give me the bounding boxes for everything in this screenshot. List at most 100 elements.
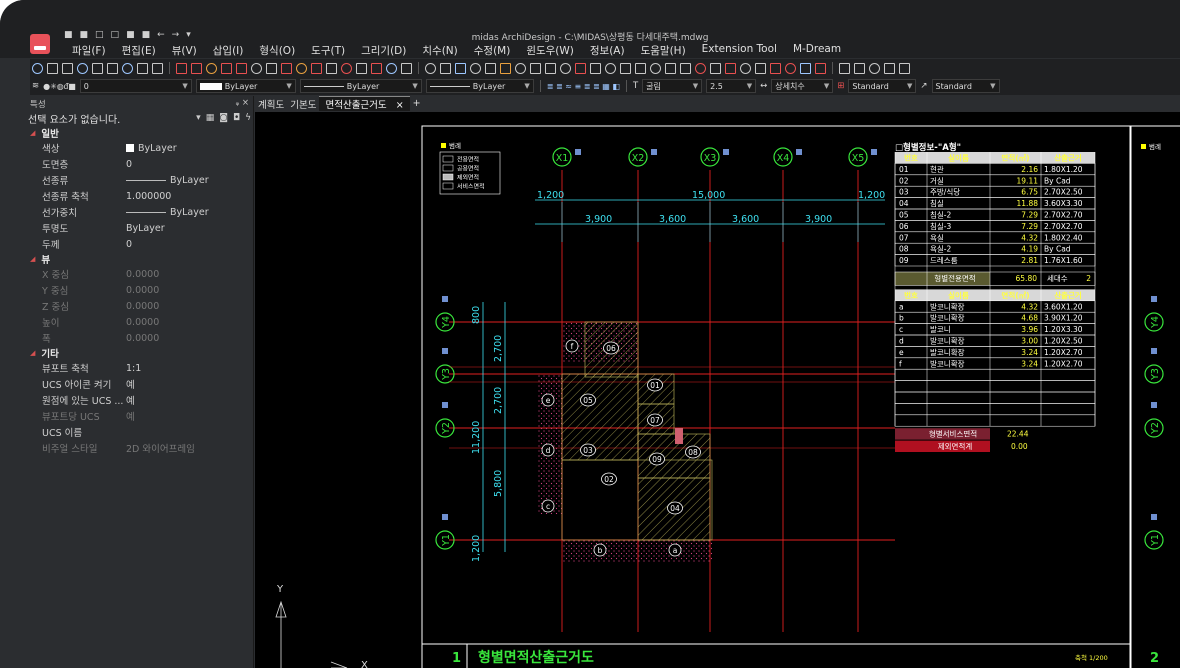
property-row[interactable]: UCS 아이콘 켜기 예 xyxy=(26,376,253,392)
tool-icon[interactable] xyxy=(884,62,895,74)
lineweight-dropdown[interactable]: ByLayer ▼ xyxy=(425,79,534,93)
menu-item-11[interactable]: 도움말(H) xyxy=(633,43,694,58)
tool-icon[interactable] xyxy=(251,62,262,74)
menu-item-2[interactable]: 뷰(V) xyxy=(164,43,205,58)
tool-icon[interactable] xyxy=(635,62,646,74)
new-tab-button[interactable]: + xyxy=(410,98,424,109)
tool-icon[interactable] xyxy=(107,62,118,74)
property-row[interactable]: 폭 0.0000 xyxy=(26,330,253,346)
tool-icon[interactable] xyxy=(695,62,706,74)
tool-icon[interactable] xyxy=(485,62,496,74)
property-row[interactable]: 선종류 ByLayer xyxy=(26,172,253,188)
cad-drawing[interactable]: 범례 전용면적공용면적제외면적서비스면적 X1 X2 X3 X4 X5 Y1Y2Y3Y4… xyxy=(255,112,1180,668)
tool-icon[interactable] xyxy=(425,62,436,74)
tool-icon[interactable] xyxy=(455,62,466,74)
tool-icon[interactable] xyxy=(152,62,163,74)
tool-icon[interactable] xyxy=(815,62,826,74)
menu-item-9[interactable]: 윈도우(W) xyxy=(518,43,582,58)
tool-icon[interactable] xyxy=(47,62,58,74)
menu-item-4[interactable]: 형식(O) xyxy=(251,43,303,58)
tool-icon[interactable] xyxy=(401,62,412,74)
tool-icon[interactable] xyxy=(650,62,661,74)
property-row[interactable]: 비주얼 스타일 2D 와이어프레임 xyxy=(26,440,253,456)
tool-icon[interactable] xyxy=(620,62,631,74)
multileader-style-icon[interactable]: ↗ xyxy=(920,81,927,91)
tab-base[interactable]: 기본도 xyxy=(287,97,319,111)
tool-icon[interactable] xyxy=(191,62,202,74)
tool-icon[interactable] xyxy=(236,62,247,74)
tool-icon[interactable] xyxy=(341,62,352,74)
tool-icon[interactable] xyxy=(770,62,781,74)
menu-item-5[interactable]: 도구(T) xyxy=(303,43,353,58)
tool-icon[interactable] xyxy=(665,62,676,74)
property-row[interactable]: X 중심 0.0000 xyxy=(26,266,253,282)
tool-icon[interactable] xyxy=(869,62,880,74)
tool-icon[interactable] xyxy=(137,62,148,74)
tool-icon[interactable] xyxy=(575,62,586,74)
tool-icon[interactable] xyxy=(92,62,103,74)
text-style-icon[interactable]: T xyxy=(633,81,638,91)
tool-icon[interactable] xyxy=(800,62,811,74)
tool-icon[interactable] xyxy=(785,62,796,74)
tool-icon[interactable] xyxy=(221,62,232,74)
dim-style-dropdown[interactable]: 상세치수 ▼ xyxy=(771,79,834,93)
tool-icon[interactable] xyxy=(515,62,526,74)
layer-dropdown[interactable]: 0 ▼ xyxy=(79,79,192,93)
multileader-style-dropdown[interactable]: Standard ▼ xyxy=(931,79,1000,93)
tool-icon[interactable] xyxy=(32,62,43,74)
menu-item-1[interactable]: 편집(E) xyxy=(114,43,164,58)
menu-item-7[interactable]: 치수(N) xyxy=(414,43,465,58)
property-row[interactable]: 선가중치 ByLayer xyxy=(26,204,253,220)
style-icons[interactable]: ≣ ≣ ≈ ≡ ≣ ≣ ▦ ◧ xyxy=(547,82,620,91)
property-row[interactable]: 투명도 ByLayer xyxy=(26,220,253,236)
property-row[interactable]: Y 중심 0.0000 xyxy=(26,282,253,298)
tool-icon[interactable] xyxy=(710,62,721,74)
tool-icon[interactable] xyxy=(176,62,187,74)
linetype-dropdown[interactable]: ByLayer ▼ xyxy=(299,79,422,93)
menu-item-3[interactable]: 삽입(I) xyxy=(205,43,252,58)
section-misc[interactable]: ◢ 기타 xyxy=(26,346,253,360)
tool-icon[interactable] xyxy=(206,62,217,74)
menu-item-12[interactable]: Extension Tool xyxy=(694,43,785,58)
tool-icon[interactable] xyxy=(899,62,910,74)
tool-icon[interactable] xyxy=(854,62,865,74)
tool-icon[interactable] xyxy=(77,62,88,74)
text-style-dropdown[interactable]: 굴림 ▼ xyxy=(642,79,703,93)
menu-item-0[interactable]: 파일(F) xyxy=(64,43,114,58)
tool-icon[interactable] xyxy=(500,62,511,74)
property-row[interactable]: 높이 0.0000 xyxy=(26,314,253,330)
quick-select-lightning-icon[interactable]: ϟ xyxy=(245,113,251,123)
tool-icon[interactable] xyxy=(266,62,277,74)
tool-icon[interactable] xyxy=(725,62,736,74)
toggle-pickadd-icon[interactable]: ▦ xyxy=(206,113,215,123)
menu-item-8[interactable]: 수정(M) xyxy=(466,43,519,58)
tool-icon[interactable] xyxy=(356,62,367,74)
menu-item-6[interactable]: 그리기(D) xyxy=(353,43,414,58)
section-view[interactable]: ◢ 뷰 xyxy=(26,252,253,266)
tool-icon[interactable] xyxy=(62,62,73,74)
tool-icon[interactable] xyxy=(545,62,556,74)
dim-style-icon[interactable]: ↔ xyxy=(760,81,767,91)
section-general[interactable]: ◢ 일반 xyxy=(26,126,253,140)
property-row[interactable]: UCS 이름 xyxy=(26,424,253,440)
tool-icon[interactable] xyxy=(839,62,850,74)
select-objects-icon[interactable]: ◙ xyxy=(219,113,228,123)
tool-icon[interactable] xyxy=(590,62,601,74)
tool-icon[interactable] xyxy=(530,62,541,74)
tool-icon[interactable] xyxy=(470,62,481,74)
tool-icon[interactable] xyxy=(605,62,616,74)
property-row[interactable]: 원점에 있는 UCS ... 예 xyxy=(26,392,253,408)
property-row[interactable]: 뷰포트당 UCS 예 xyxy=(26,408,253,424)
layer-manager-icon[interactable]: ≋ xyxy=(32,81,39,91)
tool-icon[interactable] xyxy=(560,62,571,74)
table-style-icon[interactable]: ⊞ xyxy=(837,81,844,91)
tool-icon[interactable] xyxy=(296,62,307,74)
menu-item-10[interactable]: 정보(A) xyxy=(582,43,633,58)
quick-select-icon[interactable]: ◘ xyxy=(233,113,240,123)
property-row[interactable]: 도면층 0 xyxy=(26,156,253,172)
property-row[interactable]: 색상 ByLayer xyxy=(26,140,253,156)
selection-dropdown-chevron-icon[interactable]: ▾ xyxy=(196,113,201,123)
property-row[interactable]: Z 중심 0.0000 xyxy=(26,298,253,314)
tab-plan[interactable]: 계획도 xyxy=(255,97,287,111)
tab-area-calc[interactable]: 면적산출근거도 × xyxy=(319,96,410,111)
